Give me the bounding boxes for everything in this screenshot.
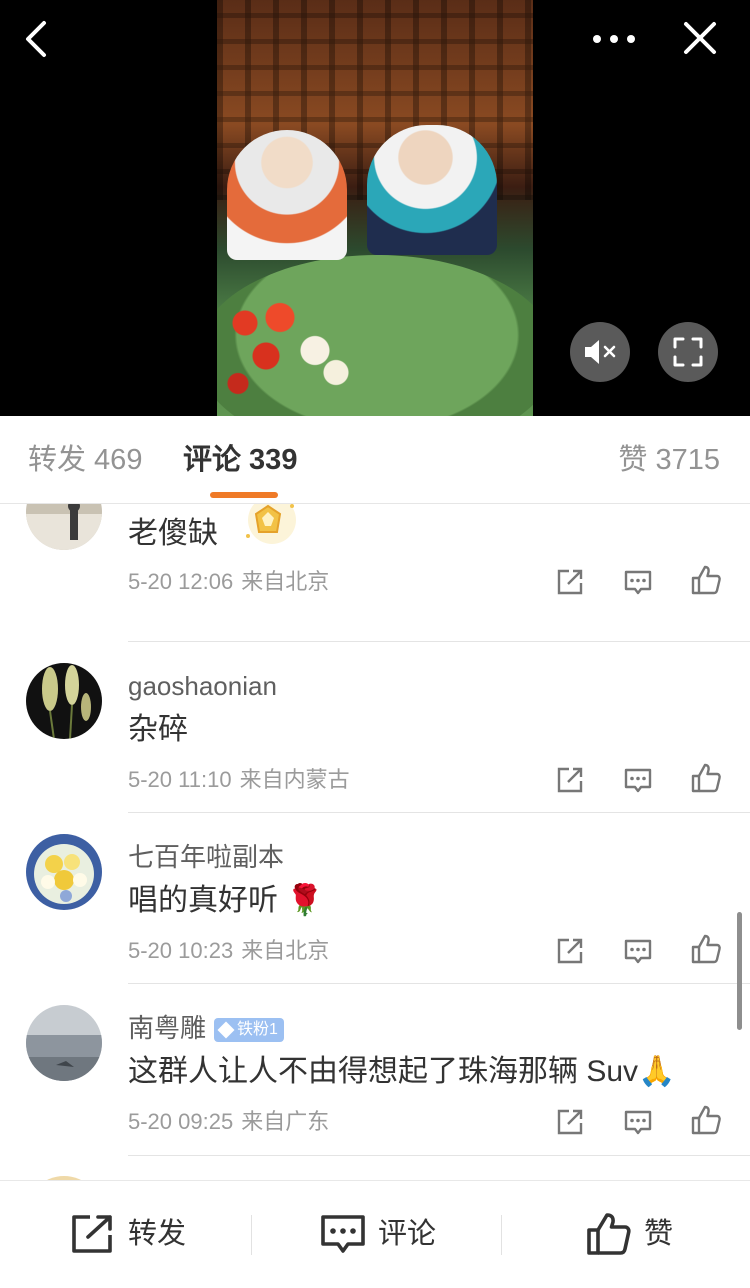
tab-reposts[interactable]: 转发 469 xyxy=(28,442,142,478)
comment-item: gaoshaonian 杂碎 5-20 11:10 来自内蒙古 xyxy=(0,642,750,813)
thumbs-up-icon xyxy=(691,565,721,595)
comment-list[interactable]: 老傻缺 5-20 12:06 来自北京 gaoshaonian 杂碎 5-20 … xyxy=(0,504,750,1180)
comment-time: 5-20 12:06 xyxy=(128,569,234,594)
comment-username[interactable]: gaoshaonian xyxy=(128,670,277,702)
reply-button[interactable] xyxy=(621,934,655,968)
like-button[interactable]: 赞 xyxy=(586,1211,673,1257)
like-button[interactable] xyxy=(689,563,723,597)
scrollbar[interactable] xyxy=(737,912,742,1030)
comment-icon xyxy=(624,1110,652,1135)
avatar[interactable] xyxy=(26,663,102,739)
share-icon xyxy=(557,569,583,595)
avatar-image xyxy=(26,834,102,910)
medal-icon xyxy=(236,504,302,544)
back-button[interactable] xyxy=(14,16,60,62)
share-button[interactable] xyxy=(553,934,587,968)
fan-badge-label: 铁粉1 xyxy=(237,1021,278,1039)
tab-comments[interactable]: 评论 339 xyxy=(183,442,297,478)
comment-meta: 5-20 10:23 来自北京 xyxy=(128,937,329,965)
comment-meta: 5-20 09:25 来自广东 xyxy=(128,1108,329,1136)
like-label: 赞 xyxy=(644,1218,674,1250)
thumbs-up-icon xyxy=(691,763,721,793)
avatar[interactable] xyxy=(26,1005,102,1081)
comment-icon xyxy=(624,570,652,595)
comment-location: 来自北京 xyxy=(241,569,330,594)
repost-button[interactable]: 转发 xyxy=(70,1211,186,1257)
avatar[interactable] xyxy=(26,834,102,910)
comment-username[interactable]: 七百年啦副本 xyxy=(128,841,284,873)
comment-item: 南粤雕 铁粉1 这群人让人不由得想起了珠海那辆 Suv🙏 5-20 09:25 来自… xyxy=(0,984,750,1156)
comment-icon xyxy=(624,939,652,964)
share-icon xyxy=(557,938,583,964)
comment-time: 5-20 10:23 xyxy=(128,938,234,963)
video-frame[interactable] xyxy=(217,0,533,416)
comment-time: 5-20 11:10 xyxy=(128,767,232,792)
fullscreen-button[interactable] xyxy=(658,322,718,382)
comment-text: 老傻缺 xyxy=(128,517,218,550)
avatar-image xyxy=(26,1005,102,1081)
avatar-image xyxy=(26,663,102,739)
thumbs-up-icon xyxy=(691,1105,721,1135)
tab-likes[interactable]: 赞 3715 xyxy=(618,442,720,478)
comment-text: 这群人让人不由得想起了珠海那辆 Suv🙏 xyxy=(128,1055,676,1088)
close-button[interactable] xyxy=(676,14,724,62)
comment-meta: 5-20 12:06 来自北京 xyxy=(128,568,329,596)
bottom-divider xyxy=(251,1215,252,1255)
thumbs-up-icon xyxy=(587,1213,631,1255)
chevron-left-icon xyxy=(26,21,46,57)
mute-button[interactable] xyxy=(570,322,630,382)
comment-location: 来自内蒙古 xyxy=(239,767,350,792)
comment-button[interactable]: 评论 xyxy=(320,1211,436,1257)
bottom-action-bar: 转发 评论 赞 xyxy=(0,1180,750,1288)
comment-location: 来自北京 xyxy=(241,938,330,963)
more-dots-icon xyxy=(593,35,635,43)
share-button[interactable] xyxy=(553,1105,587,1139)
share-button[interactable] xyxy=(553,763,587,797)
repost-label: 转发 xyxy=(128,1218,187,1250)
comment-icon xyxy=(624,768,652,793)
video-flowers xyxy=(217,290,357,400)
avatar-image xyxy=(26,504,102,550)
video-person-right xyxy=(367,125,497,255)
share-icon xyxy=(72,1215,112,1253)
video-player[interactable] xyxy=(0,0,750,416)
share-button[interactable] xyxy=(553,565,587,599)
comment-time: 5-20 09:25 xyxy=(128,1109,234,1134)
diamond-icon xyxy=(217,1021,235,1039)
active-tab-indicator xyxy=(210,492,278,498)
reply-button[interactable] xyxy=(621,763,655,797)
comment-item: 七百年啦副本 唱的真好听 🌹 5-20 10:23 来自北京 xyxy=(0,813,750,984)
like-button[interactable] xyxy=(689,932,723,966)
bottom-divider xyxy=(501,1215,502,1255)
reply-button[interactable] xyxy=(621,1105,655,1139)
share-icon xyxy=(557,767,583,793)
comment-location: 来自广东 xyxy=(241,1109,330,1134)
tab-bar: 转发 469 评论 339 赞 3715 xyxy=(0,416,750,504)
comment-username-text[interactable]: 南粤雕 xyxy=(128,1013,206,1043)
fullscreen-icon xyxy=(673,337,703,367)
like-button[interactable] xyxy=(689,1103,723,1137)
thumbs-up-icon xyxy=(691,934,721,964)
comment-item: 老傻缺 5-20 12:06 来自北京 xyxy=(0,504,750,642)
comment-text: 唱的真好听 🌹 xyxy=(128,884,324,917)
share-icon xyxy=(557,1109,583,1135)
comment-icon xyxy=(321,1215,365,1253)
close-icon xyxy=(684,22,716,54)
reply-button[interactable] xyxy=(621,565,655,599)
comment-username: 南粤雕 铁粉1 xyxy=(128,1012,284,1044)
like-button[interactable] xyxy=(689,761,723,795)
video-person-left xyxy=(227,130,347,260)
comment-meta: 5-20 11:10 来自内蒙古 xyxy=(128,766,350,794)
speaker-muted-icon xyxy=(585,340,616,364)
comment-divider xyxy=(128,1155,750,1156)
avatar[interactable] xyxy=(26,504,102,550)
more-button[interactable] xyxy=(586,16,642,62)
comment-label: 评论 xyxy=(378,1218,437,1250)
comment-text: 杂碎 xyxy=(128,713,188,746)
fan-badge[interactable]: 铁粉1 xyxy=(214,1018,284,1043)
